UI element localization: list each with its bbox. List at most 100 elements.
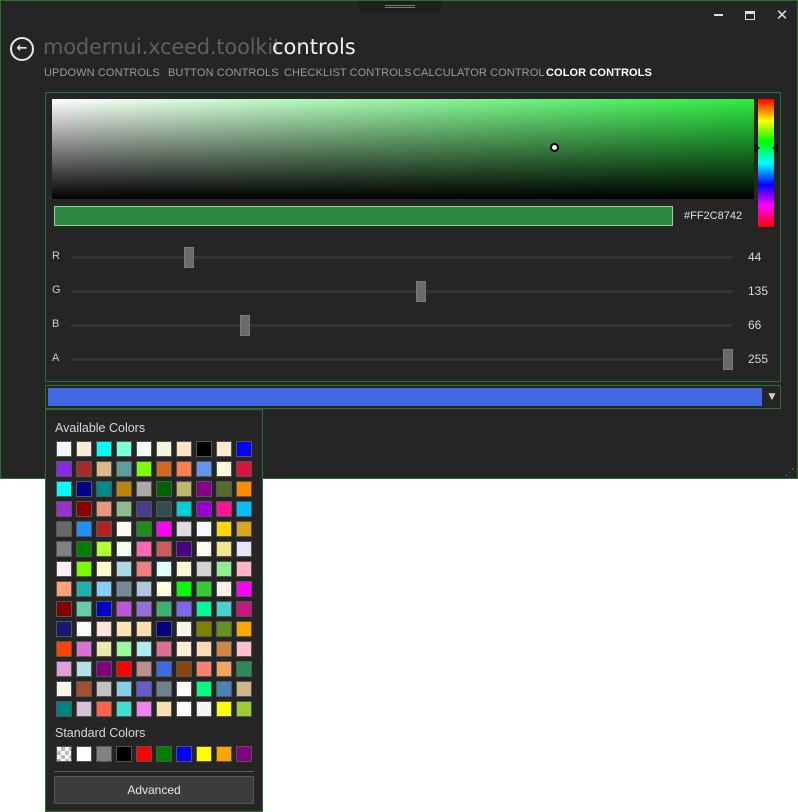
tab-button-controls[interactable]: BUTTON CONTROLS (168, 67, 279, 79)
selected-color-swatch[interactable] (48, 388, 762, 406)
color-swatch[interactable] (116, 501, 132, 517)
color-swatch[interactable] (56, 481, 72, 497)
color-swatch[interactable] (216, 521, 232, 537)
hue-thumb-left-icon[interactable] (754, 143, 760, 153)
alpha-slider-thumb[interactable] (723, 349, 733, 370)
color-swatch[interactable] (136, 521, 152, 537)
color-swatch[interactable] (156, 601, 172, 617)
color-swatch[interactable] (116, 481, 132, 497)
color-swatch[interactable] (136, 541, 152, 557)
color-swatch[interactable] (96, 581, 112, 597)
color-swatch[interactable] (156, 681, 172, 697)
color-selector-handle[interactable] (550, 143, 559, 152)
color-swatch[interactable] (236, 561, 252, 577)
color-swatch[interactable] (196, 621, 212, 637)
color-swatch[interactable] (76, 681, 92, 697)
color-swatch[interactable] (96, 481, 112, 497)
color-swatch[interactable] (56, 541, 72, 557)
color-swatch[interactable] (236, 521, 252, 537)
color-swatch[interactable] (176, 581, 192, 597)
color-swatch[interactable] (156, 461, 172, 477)
color-picker-combobox[interactable]: ▼ (45, 385, 781, 409)
color-swatch[interactable] (136, 441, 152, 457)
color-swatch[interactable] (156, 701, 172, 717)
color-swatch[interactable] (176, 621, 192, 637)
color-swatch[interactable] (116, 541, 132, 557)
color-swatch[interactable] (216, 461, 232, 477)
color-swatch[interactable] (96, 621, 112, 637)
color-swatch[interactable] (136, 641, 152, 657)
color-swatch[interactable] (196, 581, 212, 597)
color-swatch[interactable] (216, 581, 232, 597)
minimize-button[interactable] (703, 5, 733, 27)
color-swatch[interactable] (96, 521, 112, 537)
standard-color-swatch[interactable] (176, 746, 192, 762)
color-swatch[interactable] (56, 501, 72, 517)
blue-slider-thumb[interactable] (239, 315, 250, 336)
color-swatch[interactable] (76, 621, 92, 637)
color-swatch[interactable] (136, 601, 152, 617)
color-swatch[interactable] (156, 541, 172, 557)
color-swatch[interactable] (56, 601, 72, 617)
color-swatch[interactable] (196, 701, 212, 717)
color-swatch[interactable] (96, 661, 112, 677)
color-swatch[interactable] (216, 701, 232, 717)
color-swatch[interactable] (116, 701, 132, 717)
color-swatch[interactable] (136, 461, 152, 477)
color-swatch[interactable] (236, 661, 252, 677)
color-swatch[interactable] (96, 441, 112, 457)
color-swatch[interactable] (56, 441, 72, 457)
color-swatch[interactable] (96, 501, 112, 517)
color-swatch[interactable] (176, 481, 192, 497)
color-swatch[interactable] (176, 701, 192, 717)
color-swatch[interactable] (116, 681, 132, 697)
color-swatch[interactable] (96, 561, 112, 577)
color-swatch[interactable] (236, 701, 252, 717)
color-swatch[interactable] (216, 481, 232, 497)
red-slider-track[interactable] (71, 256, 733, 259)
color-swatch[interactable] (56, 461, 72, 477)
color-swatch[interactable] (76, 441, 92, 457)
color-swatch[interactable] (136, 581, 152, 597)
standard-color-swatch[interactable] (236, 746, 252, 762)
tab-calculator-control[interactable]: CALCULATOR CONTROL (413, 67, 545, 79)
green-slider-track[interactable] (71, 290, 733, 293)
color-swatch[interactable] (76, 661, 92, 677)
color-swatch[interactable] (116, 581, 132, 597)
color-swatch[interactable] (196, 681, 212, 697)
color-swatch[interactable] (76, 561, 92, 577)
color-swatch[interactable] (76, 501, 92, 517)
color-swatch[interactable] (96, 461, 112, 477)
color-swatch[interactable] (156, 661, 172, 677)
color-swatch[interactable] (156, 481, 172, 497)
color-swatch[interactable] (216, 561, 232, 577)
color-swatch[interactable] (56, 641, 72, 657)
resize-grip-icon[interactable]: ⋰ (785, 467, 797, 479)
color-swatch[interactable] (236, 681, 252, 697)
color-swatch[interactable] (136, 481, 152, 497)
color-swatch[interactable] (116, 641, 132, 657)
color-swatch[interactable] (136, 681, 152, 697)
color-swatch[interactable] (176, 561, 192, 577)
color-swatch[interactable] (236, 581, 252, 597)
color-swatch[interactable] (116, 461, 132, 477)
color-swatch[interactable] (156, 581, 172, 597)
color-swatch[interactable] (196, 441, 212, 457)
color-swatch[interactable] (216, 641, 232, 657)
color-swatch[interactable] (156, 621, 172, 637)
color-swatch[interactable] (176, 441, 192, 457)
hue-thumb-right-icon[interactable] (772, 143, 778, 153)
color-swatch[interactable] (156, 521, 172, 537)
color-swatch[interactable] (76, 581, 92, 597)
color-swatch[interactable] (116, 441, 132, 457)
green-slider-thumb[interactable] (416, 281, 427, 302)
window-drag-handle[interactable] (359, 1, 441, 11)
color-swatch[interactable] (56, 661, 72, 677)
color-swatch[interactable] (236, 541, 252, 557)
maximize-button[interactable] (735, 5, 765, 27)
color-swatch[interactable] (156, 561, 172, 577)
color-swatch[interactable] (96, 701, 112, 717)
color-swatch[interactable] (136, 561, 152, 577)
tab-updown-controls[interactable]: UPDOWN CONTROLS (44, 67, 160, 79)
color-swatch[interactable] (176, 521, 192, 537)
